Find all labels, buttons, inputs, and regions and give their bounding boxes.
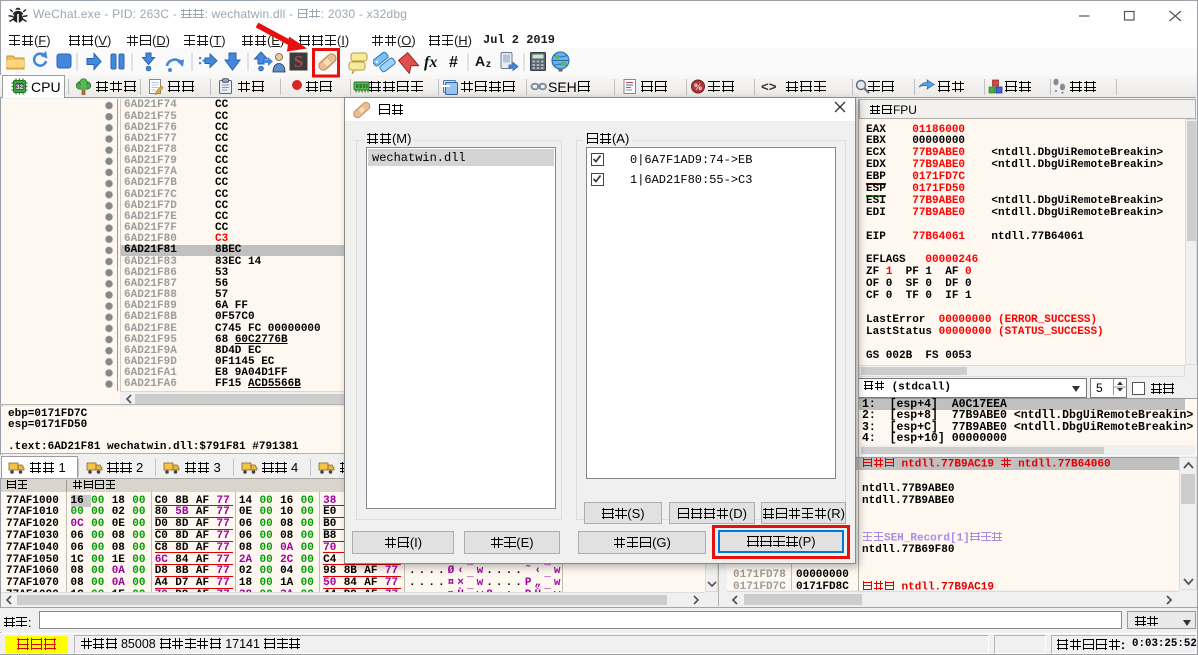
svg-text:fx: fx — [424, 54, 437, 71]
svg-text:<>: <> — [761, 80, 777, 95]
svg-text:32: 32 — [16, 84, 24, 91]
svg-text:A: A — [475, 53, 485, 69]
svg-text:#: # — [449, 54, 458, 71]
svg-text:%: % — [694, 82, 703, 92]
svg-text:z: z — [486, 59, 491, 70]
